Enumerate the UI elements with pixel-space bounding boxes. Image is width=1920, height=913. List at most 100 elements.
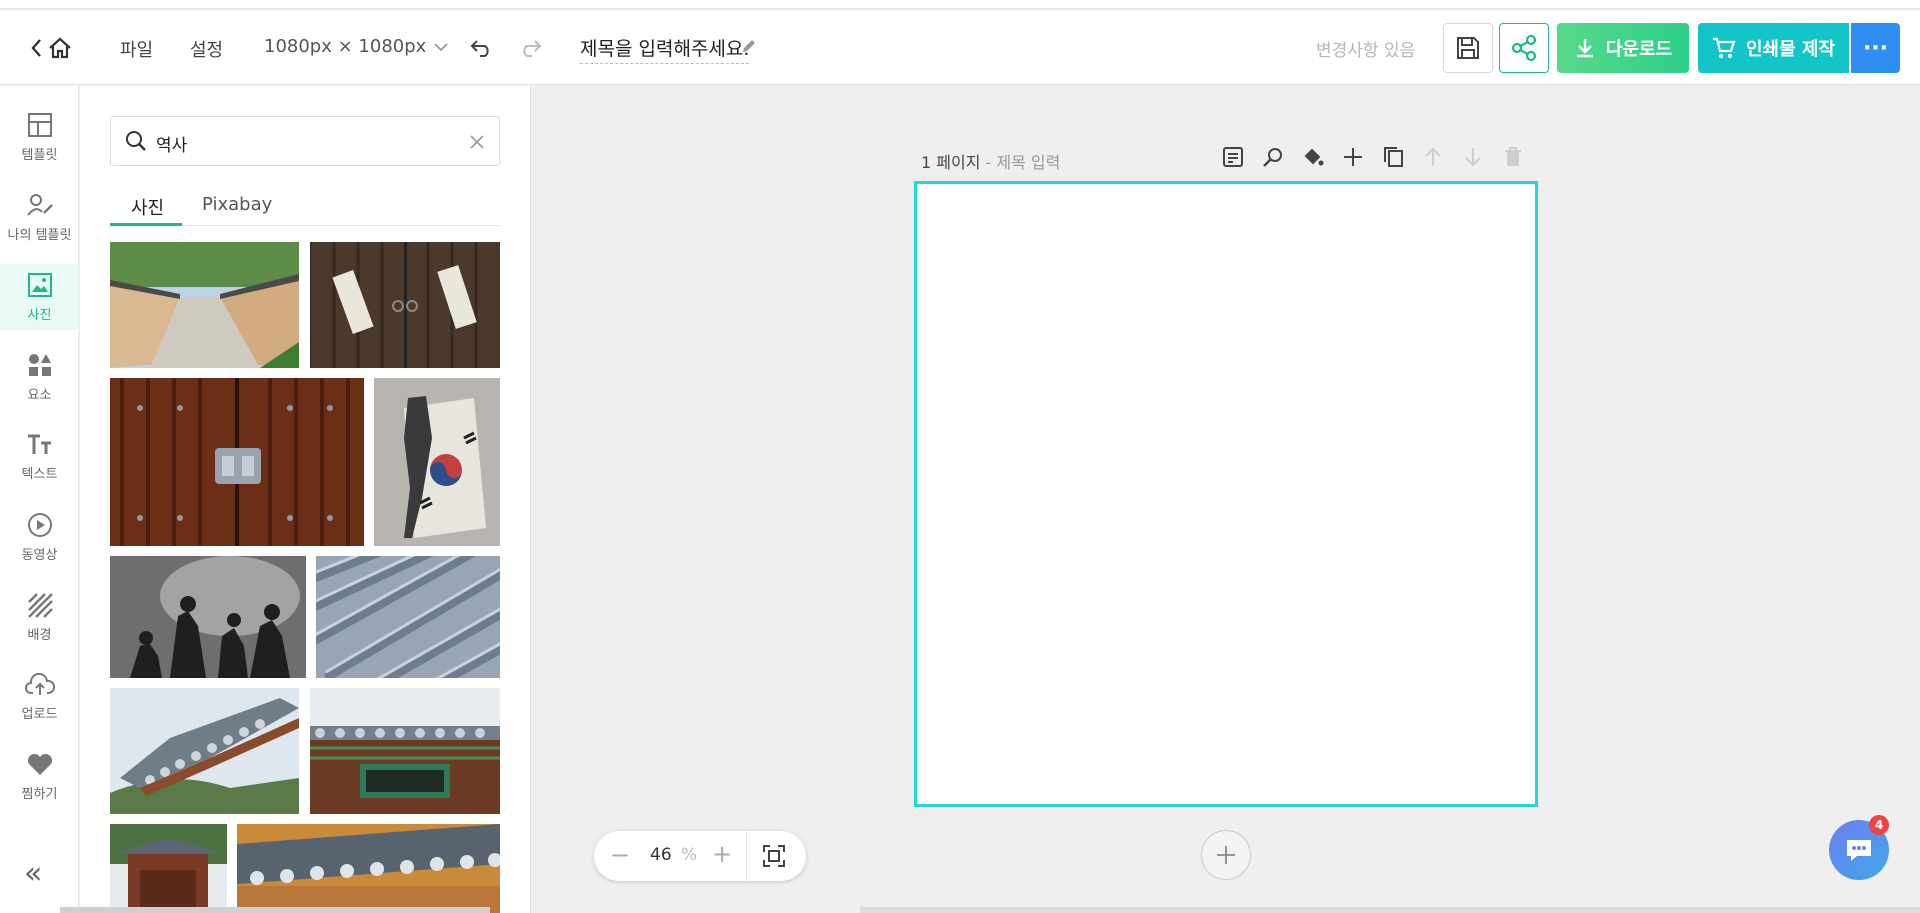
home-icon	[49, 37, 71, 59]
settings-menu[interactable]: 설정	[190, 36, 223, 62]
file-menu[interactable]: 파일	[120, 36, 153, 62]
rail-item-label: 동영상	[21, 547, 58, 563]
rail-item-elements[interactable]: 요소	[0, 344, 79, 410]
more-options-button[interactable]: ···	[1851, 23, 1900, 73]
move-down-icon[interactable]	[1462, 146, 1484, 168]
heart-icon	[27, 753, 52, 775]
title-input[interactable]: 제목을 입력해주세요.	[580, 34, 750, 64]
rail-item-label: 텍스트	[21, 466, 58, 482]
page-toolbar	[1222, 146, 1524, 168]
page-memo-icon[interactable]	[1222, 146, 1244, 168]
canvas-size-select[interactable]: 1080px × 1080px	[264, 36, 448, 57]
save-status: 변경사항 있음	[1316, 41, 1416, 61]
photo-red-door	[110, 378, 364, 546]
zoom-control: − 46 % +	[594, 831, 806, 881]
photo-source-tabs: 사진 Pixabay	[110, 186, 500, 226]
photo-thumb-wooden-door-talismans[interactable]	[310, 242, 500, 368]
header-toolbar: 파일 설정 1080px × 1080px 제목을 입력해주세요. 변경사항 있…	[0, 10, 1920, 85]
rail-item-template[interactable]: 템플릿	[0, 104, 79, 170]
photo-thumb-roof-tiles[interactable]	[316, 556, 500, 678]
chat-bubble-icon	[1847, 840, 1871, 861]
add-icon[interactable]	[1342, 146, 1364, 168]
plus-icon	[1217, 846, 1235, 864]
photo-wooden-door	[310, 242, 500, 368]
photo-thumb-red-door-lock[interactable]	[110, 378, 364, 546]
canvas-horizontal-scrollbar[interactable]	[860, 907, 1920, 913]
share-button[interactable]	[1499, 23, 1549, 73]
rail-item-my-template[interactable]: 나의 템플릿	[0, 184, 79, 250]
collapse-panel-button[interactable]: «	[24, 856, 42, 891]
photo-gate	[110, 824, 227, 913]
canvas-size-value: 1080px × 1080px	[264, 36, 427, 57]
photo-thumb-village-road[interactable]	[110, 242, 299, 368]
search-box[interactable]: 역사	[110, 116, 500, 166]
fit-screen-icon[interactable]	[762, 844, 786, 868]
left-rail: 템플릿 나의 템플릿 사진 요소 텍스트 동영상 배경 업로드 찜하기 «	[0, 86, 79, 913]
undo-button[interactable]	[468, 34, 496, 62]
photo-taegukgi	[374, 378, 500, 546]
active-tab-indicator	[110, 223, 182, 226]
redo-button[interactable]	[516, 34, 544, 62]
panel-horizontal-scrollbar[interactable]	[60, 907, 490, 913]
photo-thumb-silhouette-soldiers[interactable]	[110, 556, 306, 678]
search-icon	[126, 131, 146, 151]
paint-bucket-icon[interactable]	[1302, 146, 1324, 168]
shapes-icon	[28, 353, 51, 376]
chevron-left-icon	[31, 39, 41, 57]
rail-item-text[interactable]: 텍스트	[0, 424, 79, 490]
play-icon	[27, 512, 52, 537]
photo-tiled-wall	[237, 824, 500, 913]
chevron-down-icon	[434, 42, 448, 51]
search-input[interactable]: 역사	[156, 131, 187, 156]
photo-thumb-hanok-signboard[interactable]	[310, 688, 500, 814]
photo-thumb-taegukgi-statue[interactable]	[374, 378, 500, 546]
rail-item-label: 찜하기	[21, 786, 58, 802]
rail-item-label: 요소	[27, 387, 52, 403]
share-icon	[1511, 34, 1537, 62]
rail-item-label: 배경	[27, 627, 52, 643]
photo-thumb-hanok-gate[interactable]	[110, 824, 227, 913]
redo-icon	[523, 40, 542, 57]
tab-pixabay[interactable]: Pixabay	[202, 194, 272, 215]
upload-cloud-icon	[24, 672, 55, 695]
zoom-out-button[interactable]: −	[610, 841, 630, 869]
pencil-icon[interactable]	[740, 37, 758, 55]
photo-roof-tiles	[316, 556, 500, 678]
rail-item-label: 업로드	[21, 706, 58, 722]
rail-item-video[interactable]: 동영상	[0, 504, 79, 570]
magic-wand-icon[interactable]	[1262, 146, 1284, 168]
delete-page-icon[interactable]	[1502, 146, 1524, 168]
zoom-divider	[746, 831, 747, 881]
photo-thumb-tiled-wall[interactable]	[237, 824, 500, 913]
more-icon: ···	[1862, 35, 1889, 61]
back-home-button[interactable]	[26, 34, 76, 62]
photo-hanok	[310, 688, 500, 814]
download-button[interactable]: 다운로드	[1557, 23, 1689, 73]
page-number: 1 페이지	[921, 153, 981, 172]
rail-item-photo[interactable]: 사진	[0, 264, 79, 330]
duplicate-page-icon[interactable]	[1382, 146, 1404, 168]
image-icon	[27, 272, 52, 297]
rail-item-upload[interactable]: 업로드	[0, 664, 79, 730]
rail-item-label: 나의 템플릿	[7, 227, 72, 243]
cart-icon	[1712, 37, 1736, 58]
page-title-input[interactable]: - 제목 입력	[986, 153, 1061, 172]
move-up-icon[interactable]	[1422, 146, 1444, 168]
zoom-in-button[interactable]: +	[712, 840, 732, 868]
clear-search-icon[interactable]	[469, 134, 485, 150]
photo-thumb-eaves-sky[interactable]	[110, 688, 299, 814]
user-edit-icon	[26, 193, 53, 216]
page-label: 1 페이지 - 제목 입력	[921, 149, 1060, 173]
download-label: 다운로드	[1605, 39, 1673, 60]
tab-photo[interactable]: 사진	[131, 194, 164, 220]
add-page-button[interactable]	[1201, 830, 1251, 880]
rail-item-background[interactable]: 배경	[0, 584, 79, 650]
top-strip	[0, 0, 1920, 10]
photo-panel: 역사 사진 Pixabay	[80, 86, 531, 913]
zoom-value[interactable]: 46	[650, 845, 672, 865]
text-icon	[27, 434, 51, 454]
print-order-button[interactable]: 인쇄물 제작	[1698, 23, 1849, 73]
artboard-page-1[interactable]	[914, 181, 1538, 807]
save-button[interactable]	[1443, 23, 1493, 73]
rail-item-favorites[interactable]: 찜하기	[0, 744, 79, 810]
